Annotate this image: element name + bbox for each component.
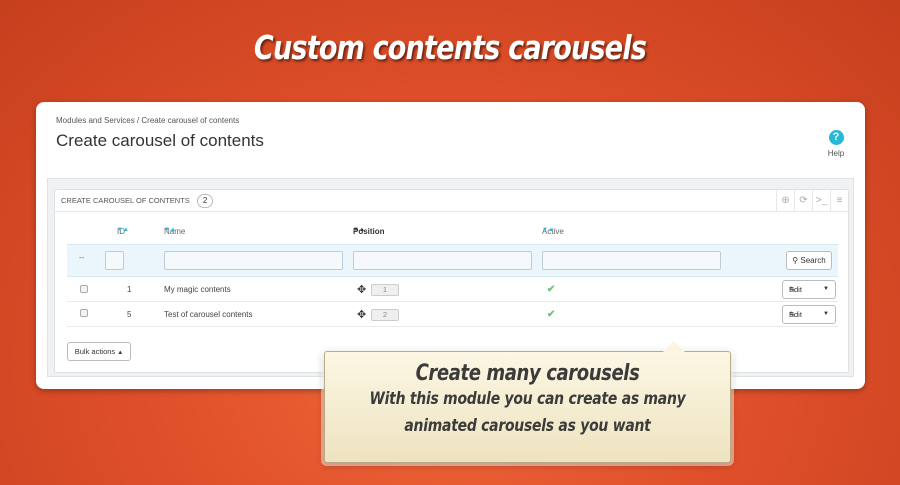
active-check-icon[interactable]: ✔ — [547, 284, 555, 295]
list-toolbar: ⊕ ⟳ >_ ≡ — [776, 190, 848, 211]
row-name: My magic contents — [164, 285, 231, 294]
drag-handle-icon[interactable]: ✥ — [357, 283, 366, 296]
filter-dash: -- — [79, 253, 85, 262]
filter-active-input[interactable] — [542, 251, 721, 270]
filter-name-input[interactable] — [164, 251, 343, 270]
export-database-icon[interactable]: ≡ — [830, 190, 848, 211]
page-title: Create carousel of contents — [56, 131, 264, 150]
callout-line-1: With this module you can create as many — [369, 389, 686, 409]
caret-down-icon[interactable]: ▼ — [823, 306, 829, 323]
row-checkbox[interactable] — [80, 285, 88, 293]
table-header: ID ▼▲ Name ▼▲ Position ▼▲ Active ▼▲ — [55, 227, 848, 239]
hero-title: Custom contents carousels — [253, 28, 647, 67]
refresh-icon[interactable]: ⟳ — [794, 190, 812, 211]
sql-query-icon[interactable]: >_ — [812, 190, 830, 211]
edit-label: Edit — [789, 310, 802, 319]
filter-position-input[interactable] — [353, 251, 532, 270]
search-button-label: Search — [800, 256, 826, 265]
callout-tail — [663, 341, 685, 352]
help-button[interactable]: ? Help — [824, 127, 848, 158]
search-button[interactable]: ⚲ Search — [786, 251, 832, 270]
list-panel-header: Create carousel of contents 2 ⊕ ⟳ >_ ≡ — [55, 190, 848, 212]
sort-icon[interactable]: ▼▲ — [353, 227, 365, 233]
row-position: 2 — [371, 309, 399, 321]
edit-button[interactable]: ✎ Edit ▼ — [782, 305, 836, 324]
row-id: 1 — [127, 285, 132, 294]
caret-down-icon[interactable]: ▼ — [823, 281, 829, 298]
list-panel-title: Create carousel of contents — [61, 196, 190, 205]
sort-icon[interactable]: ▼▲ — [164, 227, 176, 233]
bulk-actions-label: Bulk actions — [74, 347, 116, 356]
question-circle-icon: ? — [828, 130, 844, 145]
callout-line-2: animated carousels as you want — [404, 416, 651, 436]
sort-icon[interactable]: ▼▲ — [542, 227, 554, 233]
list-panel: Create carousel of contents 2 ⊕ ⟳ >_ ≡ I… — [54, 189, 849, 373]
sort-icon[interactable]: ▼▲ — [117, 227, 129, 233]
add-icon[interactable]: ⊕ — [776, 190, 794, 211]
drag-handle-icon[interactable]: ✥ — [357, 308, 366, 321]
callout-title: Create many carousels — [415, 361, 640, 386]
search-icon: ⚲ — [792, 256, 799, 265]
row-id: 5 — [127, 310, 132, 319]
active-check-icon[interactable]: ✔ — [547, 309, 555, 320]
row-name: Test of carousel contents — [164, 310, 253, 319]
callout-box: Create many carousels With this module y… — [324, 341, 731, 463]
help-label: Help — [827, 149, 845, 158]
bulk-actions-button[interactable]: Bulk actions ▲ — [67, 342, 131, 361]
edit-button[interactable]: ✎ Edit ▼ — [782, 280, 836, 299]
table-row[interactable]: 5 Test of carousel contents ✥ 2 ✔ ✎ Edit… — [67, 302, 838, 327]
breadcrumb: Modules and Services / Create carousel o… — [56, 116, 240, 125]
table-row[interactable]: 1 My magic contents ✥ 1 ✔ ✎ Edit ▼ — [67, 277, 838, 302]
row-checkbox[interactable] — [80, 309, 88, 317]
admin-panel: Modules and Services / Create carousel o… — [36, 102, 865, 389]
filter-id-input[interactable] — [105, 251, 124, 270]
edit-label: Edit — [789, 285, 802, 294]
listing-area: Create carousel of contents 2 ⊕ ⟳ >_ ≡ I… — [47, 178, 854, 377]
count-badge: 2 — [196, 194, 214, 208]
caret-up-icon: ▲ — [117, 350, 124, 356]
filter-row: -- ⚲ Search — [67, 244, 838, 277]
row-position: 1 — [371, 284, 399, 296]
